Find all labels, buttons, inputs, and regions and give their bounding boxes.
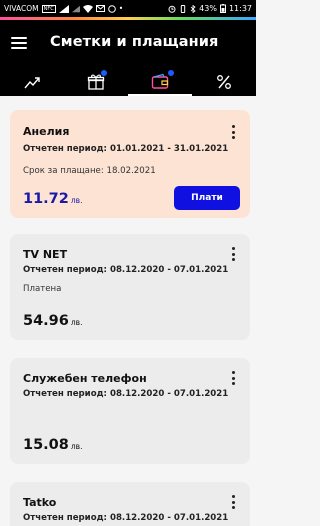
percent-icon	[217, 75, 231, 89]
bill-period: Отчетен период: 08.12.2020 - 07.01.2021	[23, 513, 229, 523]
wifi-icon	[82, 4, 93, 13]
wallet-icon	[151, 73, 169, 89]
bill-amount: 15.08 лв.	[23, 437, 82, 453]
bill-name: Служебен телефон	[23, 372, 147, 385]
bill-amount: 11.72 лв.	[23, 191, 82, 207]
bill-status: Платена	[23, 284, 62, 294]
amount-currency: лв.	[70, 442, 83, 451]
hamburger-menu-icon[interactable]	[11, 37, 27, 49]
more-notifications-icon: •	[118, 4, 124, 13]
battery-percent: 43%	[199, 4, 217, 13]
bills-badge	[168, 70, 174, 76]
tab-gifts[interactable]	[64, 68, 128, 96]
bill-name: Анелия	[23, 125, 70, 138]
nfc-icon: NFC	[41, 4, 56, 13]
bill-name: Tatko	[23, 496, 57, 509]
bill-card[interactable]: TV NET Отчетен период: 08.12.2020 - 07.0…	[10, 234, 250, 340]
bill-amount: 54.96 лв.	[23, 313, 82, 329]
app-bar: Сметки и плащания	[0, 20, 256, 96]
battery-icon	[219, 4, 226, 13]
bluetooth-icon	[190, 4, 196, 13]
bill-card[interactable]: Служебен телефон Отчетен период: 08.12.2…	[10, 358, 250, 464]
page-title: Сметки и плащания	[50, 34, 219, 50]
vibrate-icon	[180, 4, 186, 13]
signal-icon	[58, 4, 69, 13]
status-bar: VIVACOM NFC • 43% 11:37	[0, 0, 256, 17]
pay-button[interactable]: Плати	[174, 186, 240, 210]
tab-bar	[0, 68, 256, 96]
trend-chart-icon	[24, 77, 40, 89]
mail-icon	[95, 5, 105, 12]
more-options-icon[interactable]	[230, 495, 236, 509]
tab-promotions[interactable]	[192, 68, 256, 96]
bill-name: TV NET	[23, 248, 68, 261]
tab-consumption[interactable]	[0, 68, 64, 96]
bill-card[interactable]: Анелия Отчетен период: 01.01.2021 - 31.0…	[10, 110, 250, 218]
bill-period: Отчетен период: 08.12.2020 - 07.01.2021	[23, 265, 229, 275]
signal-icon-2	[71, 5, 80, 12]
bill-due-date: Срок за плащане: 18.02.2021	[23, 166, 156, 176]
gift-badge	[101, 70, 107, 76]
more-options-icon[interactable]	[230, 371, 236, 385]
more-options-icon[interactable]	[230, 247, 236, 261]
amount-value: 54.96	[23, 313, 69, 329]
bill-card[interactable]: Tatko Отчетен период: 08.12.2020 - 07.01…	[10, 482, 250, 526]
more-options-icon[interactable]	[230, 125, 236, 139]
amount-value: 11.72	[23, 191, 69, 207]
bill-period: Отчетен период: 08.12.2020 - 07.01.2021	[23, 389, 229, 399]
bill-period: Отчетен период: 01.01.2021 - 31.01.2021	[23, 144, 229, 154]
amount-currency: лв.	[70, 318, 83, 327]
alarm-icon	[168, 5, 176, 13]
amount-value: 15.08	[23, 437, 69, 453]
tab-bills[interactable]	[128, 68, 192, 96]
viber-icon	[107, 4, 116, 13]
carrier-label: VIVACOM	[4, 4, 39, 13]
clock: 11:37	[228, 4, 252, 13]
amount-currency: лв.	[70, 196, 83, 205]
